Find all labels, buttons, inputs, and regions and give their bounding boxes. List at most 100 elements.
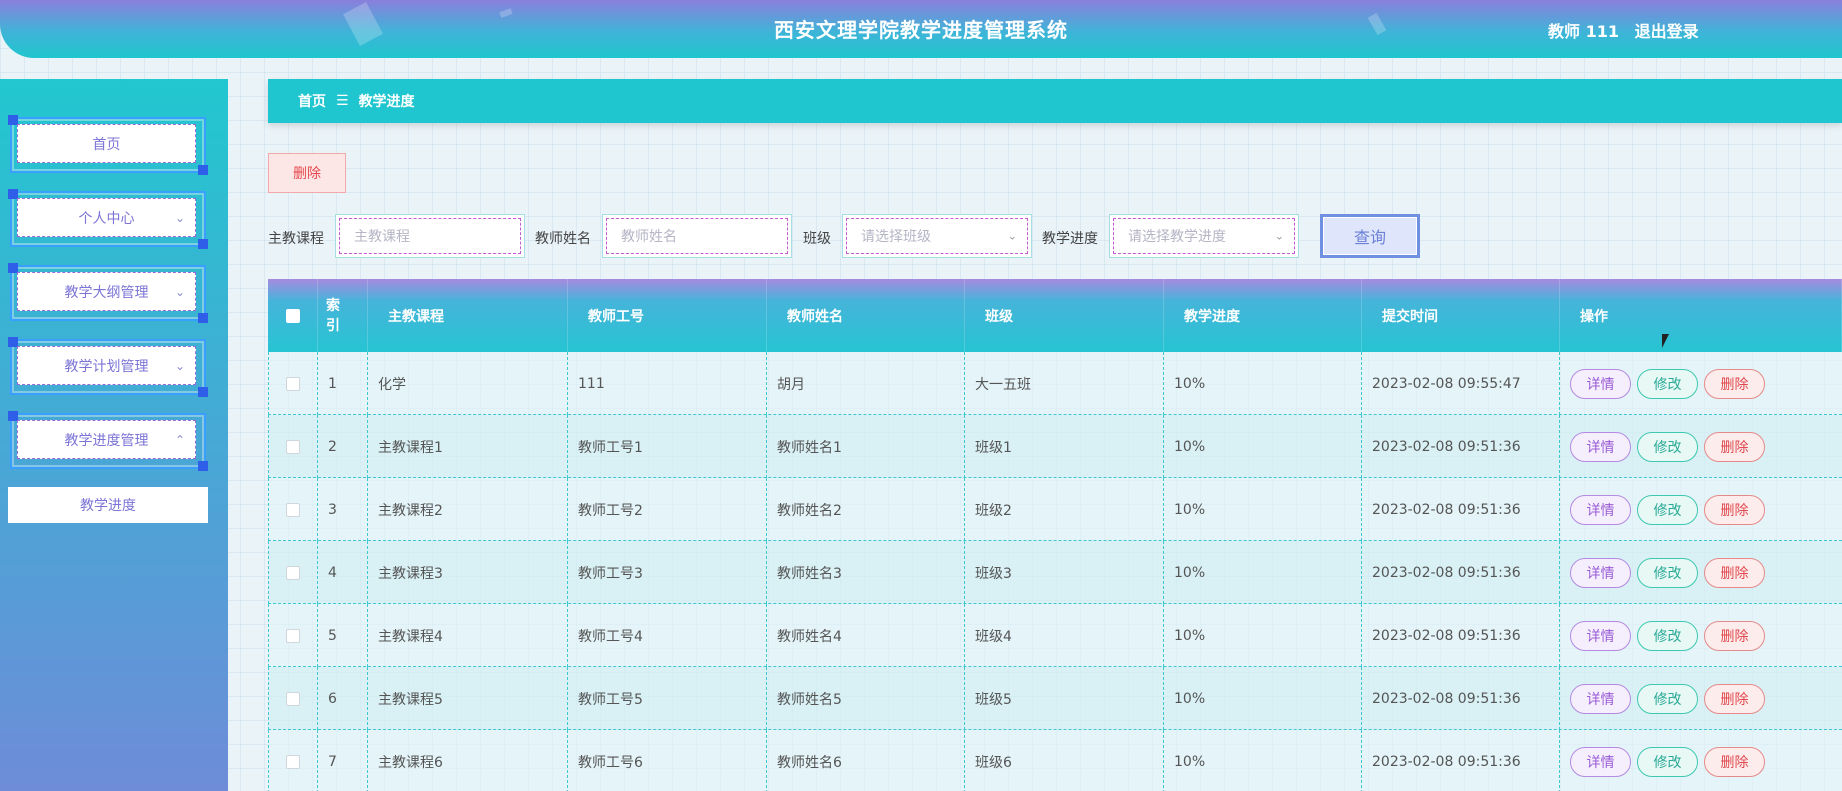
sidebar-item-personal-center[interactable]: 个人中心 ⌄ — [8, 189, 208, 249]
delete-button[interactable]: 删除 — [1704, 431, 1765, 462]
sidebar-item-label: 教学大纲管理 — [64, 284, 149, 301]
sidebar-item-inner: 个人中心 ⌄ — [17, 198, 196, 237]
detail-button[interactable]: 详情 — [1570, 557, 1631, 588]
table-body: 1 化学 111 胡月 大一五班 10% 2023-02-08 09:55:47 详情 修改 删除… — [268, 352, 1842, 791]
cell-progress: 10% — [1164, 478, 1362, 541]
table-row: 4 主教课程3 教师工号3 教师姓名3 班级3 10% 2023-02-08 09:51:3… — [268, 541, 1842, 604]
header-actions: 操作 — [1560, 279, 1842, 352]
table-row: 2 主教课程1 教师工号1 教师姓名1 班级1 10% 2023-02-08 09:51:3… — [268, 415, 1842, 478]
delete-button[interactable]: 删除 — [1704, 368, 1765, 399]
course-input[interactable]: 主教课程 — [335, 214, 525, 258]
query-button[interactable]: 查询 — [1320, 214, 1420, 258]
submenu-item-progress[interactable]: 教学进度 — [8, 487, 208, 523]
cell-teacher-name: 教师姓名2 — [767, 478, 965, 541]
header-course: 主教课程 — [368, 279, 568, 352]
cell-actions: 详情 修改 删除 — [1560, 478, 1842, 541]
delete-button[interactable]: 删除 — [1704, 620, 1765, 651]
detail-button[interactable]: 详情 — [1570, 620, 1631, 651]
user-area: 教师 111 退出登录 — [1548, 18, 1699, 42]
cell-class: 班级2 — [965, 478, 1164, 541]
detail-button[interactable]: 详情 — [1570, 494, 1631, 525]
edit-button[interactable]: 修改 — [1637, 746, 1698, 777]
sidebar-item-inner: 教学大纲管理 ⌄ — [17, 272, 196, 311]
cell-submit-time: 2023-02-08 09:55:47 — [1362, 352, 1560, 415]
logout-link[interactable]: 退出登录 — [1635, 22, 1699, 41]
table-header: 索 引 主教课程 教师工号 教师姓名 班级 教学进度 提交时间 操作 — [268, 279, 1842, 352]
edit-button[interactable]: 修改 — [1637, 557, 1698, 588]
table-row: 7 主教课程6 教师工号6 教师姓名6 班级6 10% 2023-02-08 09:51:3… — [268, 730, 1842, 791]
query-button-label: 查询 — [1323, 217, 1417, 255]
delete-button[interactable]: 删除 — [1704, 746, 1765, 777]
delete-button[interactable]: 删除 — [1704, 557, 1765, 588]
cell-teacher-id: 教师工号4 — [568, 604, 767, 667]
cell-index: 7 — [318, 730, 368, 791]
delete-button[interactable]: 删除 — [1704, 494, 1765, 525]
cell-submit-time: 2023-02-08 09:51:36 — [1362, 667, 1560, 730]
edit-button[interactable]: 修改 — [1637, 494, 1698, 525]
cell-submit-time: 2023-02-08 09:51:36 — [1362, 415, 1560, 478]
row-checkbox-cell — [268, 730, 318, 791]
detail-button[interactable]: 详情 — [1570, 368, 1631, 399]
row-checkbox-cell — [268, 478, 318, 541]
row-checkbox[interactable] — [286, 376, 300, 391]
row-checkbox-cell — [268, 667, 318, 730]
cell-index: 1 — [318, 352, 368, 415]
sidebar-item-inner: 教学计划管理 ⌄ — [17, 346, 196, 385]
select-all-checkbox[interactable] — [285, 308, 300, 323]
cell-submit-time: 2023-02-08 09:51:36 — [1362, 541, 1560, 604]
user-name: 教师 111 — [1548, 22, 1619, 41]
sidebar-item-label: 个人中心 — [78, 210, 135, 227]
edit-button[interactable]: 修改 — [1637, 368, 1698, 399]
batch-delete-button[interactable]: 删除 — [268, 153, 346, 193]
row-checkbox[interactable] — [286, 439, 300, 454]
cell-teacher-name: 胡月 — [767, 352, 965, 415]
cell-index: 6 — [318, 667, 368, 730]
cell-progress: 10% — [1164, 541, 1362, 604]
table-row: 3 主教课程2 教师工号2 教师姓名2 班级2 10% 2023-02-08 09:51:3… — [268, 478, 1842, 541]
edit-button[interactable]: 修改 — [1637, 431, 1698, 462]
cell-submit-time: 2023-02-08 09:51:36 — [1362, 730, 1560, 791]
header-teacher-id: 教师工号 — [568, 279, 767, 352]
detail-button[interactable]: 详情 — [1570, 683, 1631, 714]
teacher-name-input[interactable]: 教师姓名 — [602, 214, 792, 258]
row-checkbox[interactable] — [286, 754, 300, 769]
detail-button[interactable]: 详情 — [1570, 431, 1631, 462]
cell-index: 4 — [318, 541, 368, 604]
edit-button[interactable]: 修改 — [1637, 620, 1698, 651]
header-index-line2: 引 — [326, 317, 340, 334]
cell-actions: 详情 修改 删除 — [1560, 352, 1842, 415]
class-select[interactable]: 请选择班级 ⌄ — [842, 214, 1032, 258]
menu-icon: ☰ — [336, 93, 349, 109]
cell-class: 班级4 — [965, 604, 1164, 667]
sidebar-item-home[interactable]: 首页 — [8, 115, 208, 175]
course-label: 主教课程 — [268, 231, 324, 247]
detail-button[interactable]: 详情 — [1570, 746, 1631, 777]
cell-actions: 详情 修改 删除 — [1560, 730, 1842, 791]
row-checkbox[interactable] — [286, 628, 300, 643]
edit-button[interactable]: 修改 — [1637, 683, 1698, 714]
sidebar-item-inner: 首页 — [17, 124, 196, 163]
progress-select[interactable]: 请选择教学进度 ⌄ — [1109, 214, 1299, 258]
breadcrumb-home[interactable]: 首页 — [298, 91, 326, 111]
row-checkbox[interactable] — [286, 502, 300, 517]
sidebar-item-progress[interactable]: 教学进度管理 ⌃ — [8, 411, 208, 471]
row-checkbox[interactable] — [286, 691, 300, 706]
table-row: 5 主教课程4 教师工号4 教师姓名4 班级4 10% 2023-02-08 09:51:3… — [268, 604, 1842, 667]
sidebar: 首页 个人中心 ⌄ 教学大纲管理 ⌄ 教学计划管理 ⌄ 教学进度管理 ⌃ 教学进… — [0, 79, 228, 791]
row-checkbox-cell — [268, 415, 318, 478]
teacher-name-placeholder: 教师姓名 — [606, 218, 788, 254]
chevron-down-icon: ⌄ — [174, 284, 185, 299]
cell-course: 主教课程6 — [368, 730, 568, 791]
cell-class: 班级6 — [965, 730, 1164, 791]
class-select-inner: 请选择班级 ⌄ — [846, 218, 1028, 254]
cell-teacher-id: 教师工号1 — [568, 415, 767, 478]
cell-teacher-name: 教师姓名3 — [767, 541, 965, 604]
cell-progress: 10% — [1164, 604, 1362, 667]
row-checkbox[interactable] — [286, 565, 300, 580]
cell-teacher-id: 教师工号2 — [568, 478, 767, 541]
delete-button[interactable]: 删除 — [1704, 683, 1765, 714]
header-progress: 教学进度 — [1164, 279, 1362, 352]
sidebar-item-syllabus[interactable]: 教学大纲管理 ⌄ — [8, 263, 208, 323]
chevron-down-icon: ⌄ — [1007, 229, 1017, 243]
sidebar-item-plan[interactable]: 教学计划管理 ⌄ — [8, 337, 208, 397]
